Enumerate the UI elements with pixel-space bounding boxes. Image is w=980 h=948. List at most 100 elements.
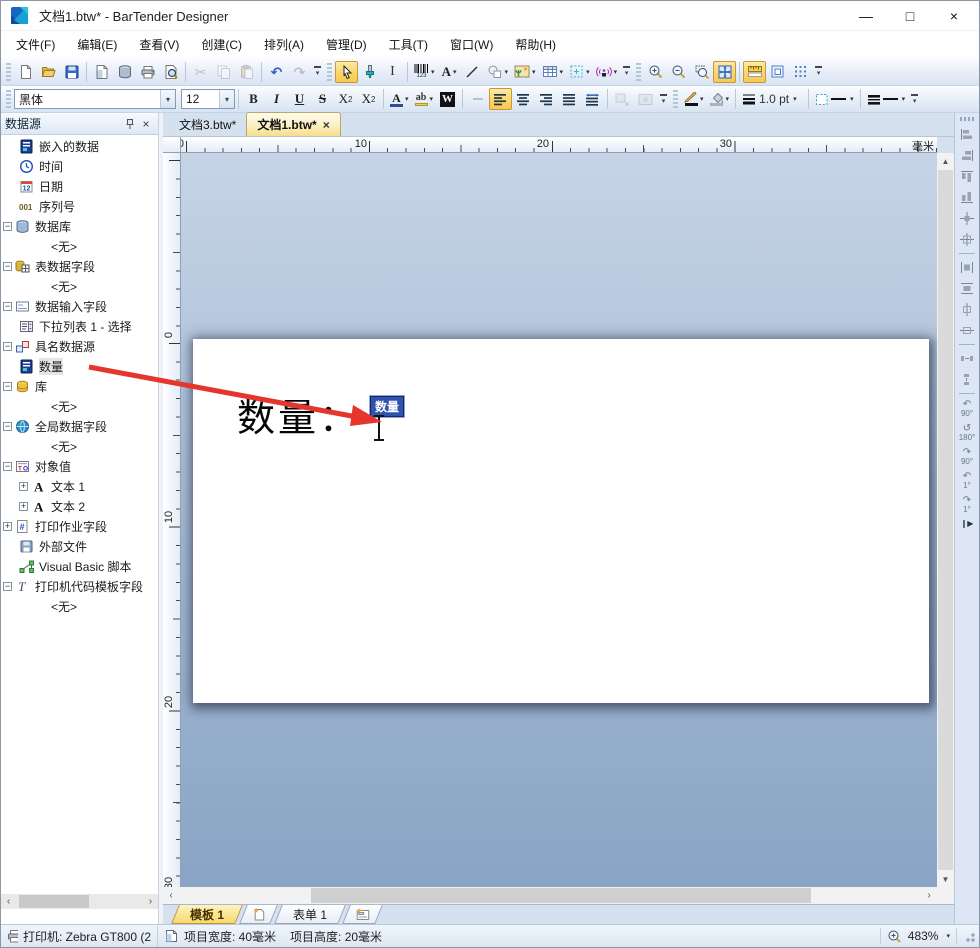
align-bottom-edges-button[interactable] (957, 187, 978, 208)
picture-adjust-button[interactable] (634, 88, 657, 110)
database-connection-button[interactable] (113, 61, 136, 83)
collapse-toggle[interactable]: − (3, 422, 12, 431)
superscript-button[interactable]: X2 (357, 88, 380, 110)
redo-button[interactable]: ↷ (288, 61, 311, 83)
toolbar-overflow-button[interactable]: ▾ (812, 61, 825, 83)
menu-edit[interactable]: 编辑(E) (66, 32, 128, 57)
encoder-tool-button[interactable]: ▾ (593, 61, 621, 83)
scroll-left-icon[interactable]: ‹ (163, 890, 179, 901)
layout-grid-tool-button[interactable]: ▾ (566, 61, 593, 83)
barcode-tool-button[interactable]: 123 ▾ (411, 61, 438, 83)
undo-button[interactable]: ↶ (265, 61, 288, 83)
sidebar-item-database[interactable]: −数据库 (1, 216, 158, 236)
align-right-button[interactable] (535, 88, 558, 110)
scrollbar-thumb[interactable] (938, 170, 953, 870)
sidebar-item-table-data-fields[interactable]: −表数据字段 (1, 256, 158, 276)
sidebar-item-library[interactable]: −库 (1, 376, 158, 396)
align-right-edges-button[interactable] (957, 145, 978, 166)
toolbar-expand-button[interactable]: ❙▶ (961, 519, 974, 528)
print-button[interactable] (136, 61, 159, 83)
scroll-up-icon[interactable]: ▲ (937, 153, 954, 169)
paste-button[interactable] (235, 61, 258, 83)
collapse-toggle[interactable]: − (3, 262, 12, 271)
toggle-snap-button[interactable] (766, 61, 789, 83)
no-line-button[interactable] (466, 88, 489, 110)
center-in-template-h-button[interactable] (957, 299, 978, 320)
pin-icon[interactable] (122, 116, 138, 132)
zoom-out-button[interactable] (667, 61, 690, 83)
toolbar-grip[interactable] (636, 63, 641, 81)
line-color-button[interactable]: ▾ (681, 88, 707, 110)
open-button[interactable] (37, 61, 60, 83)
toolbar-grip[interactable] (6, 63, 11, 81)
menu-help[interactable]: 帮助(H) (504, 32, 567, 57)
print-preview-button[interactable] (159, 61, 182, 83)
new-form-button[interactable] (342, 905, 383, 924)
bold-button[interactable]: B (242, 88, 265, 110)
rotate-left-90-button[interactable]: ↶90° (956, 397, 978, 421)
strikethrough-button[interactable]: S (311, 88, 334, 110)
sidebar-item-text-2[interactable]: +A文本 2 (1, 496, 158, 516)
resize-grip[interactable] (963, 930, 975, 942)
menu-tools[interactable]: 工具(T) (378, 32, 439, 57)
close-panel-button[interactable]: × (138, 116, 154, 132)
underline-button[interactable]: U (288, 88, 311, 110)
distribute-horizontally-button[interactable] (957, 348, 978, 369)
sidebar-item-print-job-fields[interactable]: +#打印作业字段 (1, 516, 158, 536)
rotate-right-90-button[interactable]: ↷90° (956, 445, 978, 469)
center-vertical-template-button[interactable] (957, 229, 978, 250)
expand-toggle[interactable]: + (19, 482, 28, 491)
toolbar-grip[interactable] (6, 90, 11, 108)
toolbar-overflow-button[interactable]: ▾ (620, 61, 633, 83)
scroll-right-icon[interactable]: › (143, 896, 158, 907)
sidebar-item-time[interactable]: 时间 (1, 156, 158, 176)
page-setup-button[interactable] (90, 61, 113, 83)
dash-style-select[interactable]: ▾ (812, 88, 857, 110)
justify-button[interactable] (558, 88, 581, 110)
collapse-toggle[interactable]: − (3, 382, 12, 391)
toolbar-grip[interactable] (673, 90, 678, 108)
tab-document-1[interactable]: 文档1.btw*× (246, 112, 340, 136)
horizontal-scrollbar[interactable]: ‹ › (163, 887, 937, 904)
close-button[interactable]: × (939, 3, 969, 29)
menu-create[interactable]: 创建(C) (190, 32, 253, 57)
wordart-button[interactable]: W (436, 88, 459, 110)
sidebar-item-visual-basic-script[interactable]: Visual Basic 脚本 (1, 556, 158, 576)
sidebar-item-quantity[interactable]: 数量 (1, 356, 158, 376)
sidebar-item-external-files[interactable]: 外部文件 (1, 536, 158, 556)
line-tool-button[interactable] (461, 61, 484, 83)
collapse-toggle[interactable]: − (3, 342, 12, 351)
scrollbar-thumb[interactable] (19, 895, 89, 908)
font-size-select[interactable]: 12▾ (181, 89, 235, 109)
new-template-button[interactable] (239, 905, 278, 924)
collapse-toggle[interactable]: − (3, 222, 12, 231)
edit-text-tool-button[interactable]: I (381, 61, 404, 83)
line-weight-select[interactable]: 1.0 pt▾ (739, 88, 805, 110)
toolbar-overflow-button[interactable]: ▾ (311, 61, 324, 83)
sidebar-item-printer-code-template-fields[interactable]: −T打印机代码模板字段 (1, 576, 158, 596)
expand-toggle[interactable]: + (19, 502, 28, 511)
tab-form-1[interactable]: 表单 1 (274, 905, 346, 924)
sidebar-item-text-1[interactable]: +A文本 1 (1, 476, 158, 496)
shape-tool-button[interactable]: ▾ (484, 61, 512, 83)
zoom-selection-button[interactable] (690, 61, 713, 83)
fill-color-button[interactable]: ▾ (707, 88, 733, 110)
highlight-color-button[interactable]: ab▾ (412, 88, 437, 110)
rotate-left-1-button[interactable]: ↶1° (956, 469, 978, 493)
rotate-180-button[interactable]: ↺180° (956, 421, 978, 445)
center-horizontal-template-button[interactable] (957, 208, 978, 229)
select-tool-button[interactable] (335, 61, 358, 83)
toolbar-grip[interactable] (960, 117, 974, 121)
new-document-button[interactable] (14, 61, 37, 83)
align-left-button[interactable] (489, 88, 512, 110)
font-family-select[interactable]: 黑体▾ (14, 89, 176, 109)
expand-toggle[interactable]: + (3, 522, 12, 531)
sidebar-item-data-entry-fields[interactable]: −数据输入字段 (1, 296, 158, 316)
align-top-edges-button[interactable] (957, 166, 978, 187)
sidebar-item-embedded-data[interactable]: 嵌入的数据 (1, 136, 158, 156)
collapse-toggle[interactable]: − (3, 582, 12, 591)
sidebar-item-named-data-sources[interactable]: −具名数据源 (1, 336, 158, 356)
sidebar-item-dropdown-list-1[interactable]: 下拉列表 1 - 选择 (1, 316, 158, 336)
zoom-in-button[interactable] (644, 61, 667, 83)
scrollbar-thumb[interactable] (311, 888, 811, 903)
